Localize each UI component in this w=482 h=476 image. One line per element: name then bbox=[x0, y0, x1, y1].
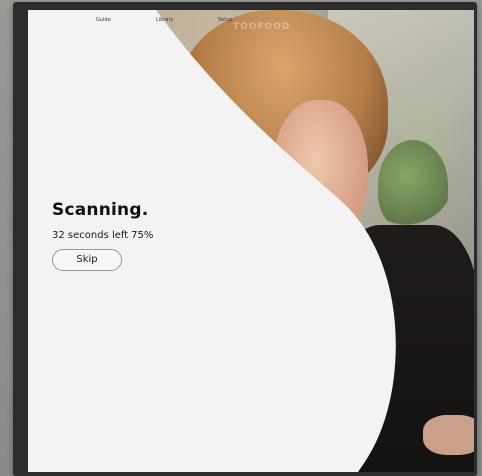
plant bbox=[378, 140, 448, 230]
person-face bbox=[273, 100, 368, 250]
skip-button[interactable]: Skip bbox=[52, 249, 122, 271]
tv-screen: Guide Library Setup TOOFOOD Scanning. 32… bbox=[28, 10, 474, 472]
person-hand bbox=[423, 415, 474, 455]
video-background bbox=[28, 10, 474, 472]
